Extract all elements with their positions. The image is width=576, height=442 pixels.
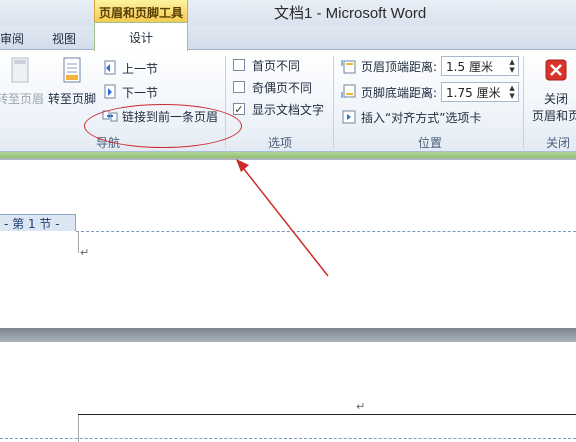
annotation-arrow xyxy=(236,159,329,277)
tab-design[interactable]: 设计 xyxy=(94,22,188,51)
